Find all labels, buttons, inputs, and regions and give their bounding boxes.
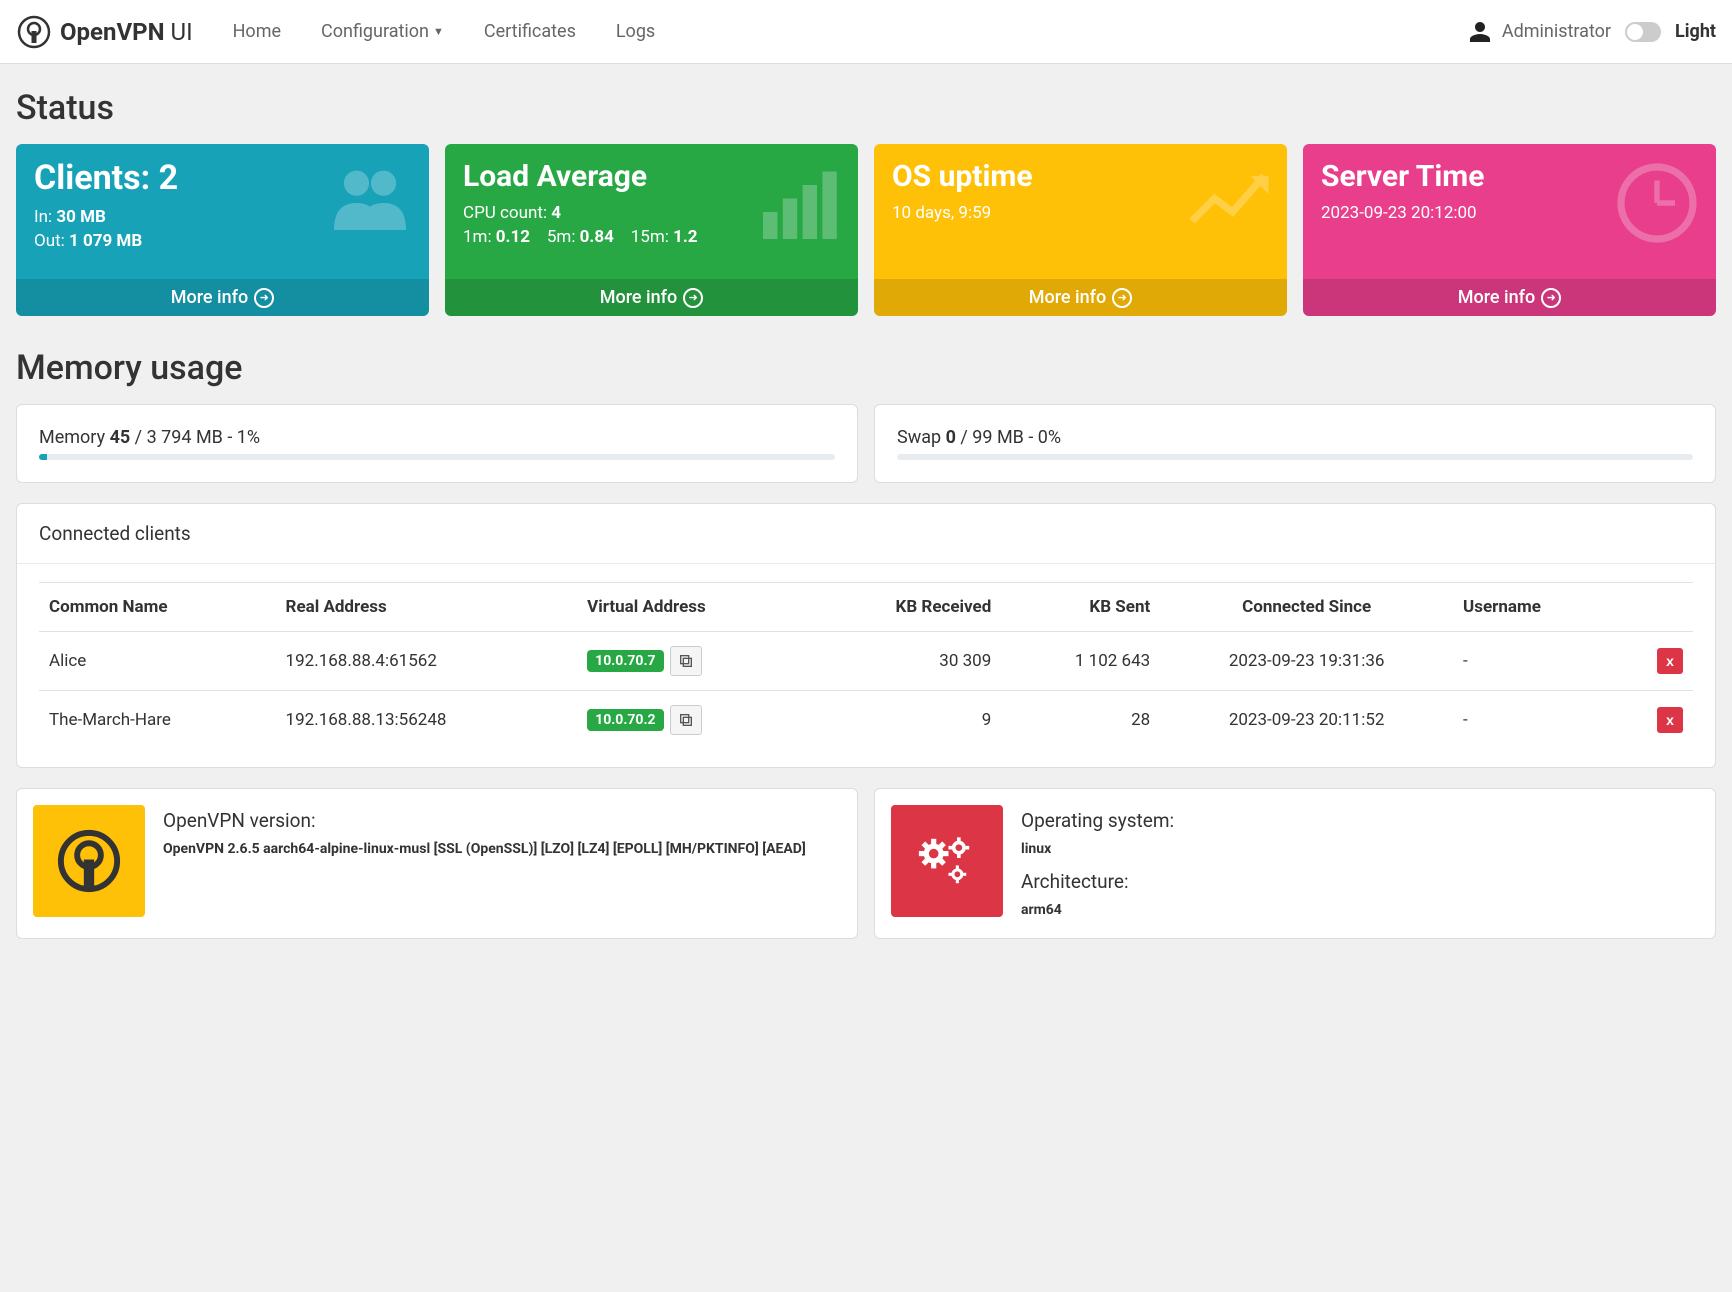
os-title: Operating system: xyxy=(1021,809,1699,832)
cell-sent: 28 xyxy=(1001,691,1160,750)
copy-ip-button[interactable] xyxy=(670,646,702,676)
cell-recv: 30 309 xyxy=(808,632,1001,691)
memory-swap-progress xyxy=(897,454,1693,460)
copy-icon xyxy=(678,712,694,728)
memory-ram-progress xyxy=(39,454,835,460)
memory-ram-bar xyxy=(39,454,47,460)
cell-sent: 1 102 643 xyxy=(1001,632,1160,691)
vpn-info-card: OpenVPN version: OpenVPN 2.6.5 aarch64-a… xyxy=(16,788,858,939)
th-action xyxy=(1616,583,1693,632)
nav-certificates[interactable]: Certificates xyxy=(468,11,592,52)
user-icon xyxy=(1468,20,1492,44)
status-cards: Clients: 2 In: 30 MB Out: 1 079 MB More … xyxy=(16,144,1716,316)
cell-name: The-March-Hare xyxy=(39,691,276,750)
users-icon xyxy=(325,158,415,248)
th-since: Connected Since xyxy=(1160,583,1453,632)
memory-swap-card: Swap 0 / 99 MB - 0% xyxy=(874,404,1716,483)
clients-card: Clients: 2 In: 30 MB Out: 1 079 MB More … xyxy=(16,144,429,316)
brand-text: OpenVPN UI xyxy=(60,18,193,46)
cell-recv: 9 xyxy=(808,691,1001,750)
os-value: linux xyxy=(1021,838,1699,860)
th-user: Username xyxy=(1453,583,1616,632)
memory-ram-card: Memory 45 / 3 794 MB - 1% xyxy=(16,404,858,483)
th-virtual: Virtual Address xyxy=(577,583,808,632)
load-more-info[interactable]: More info xyxy=(445,279,858,316)
copy-icon xyxy=(678,653,694,669)
bars-icon xyxy=(754,158,844,248)
clients-panel: Connected clients Common Name Real Addre… xyxy=(16,503,1716,768)
arrow-right-icon xyxy=(254,288,274,308)
info-row: OpenVPN version: OpenVPN 2.6.5 aarch64-a… xyxy=(16,788,1716,939)
navbar-right: Administrator Light xyxy=(1468,20,1716,44)
os-info-card: Operating system: linux Architecture: ar… xyxy=(874,788,1716,939)
status-heading: Status xyxy=(16,88,1716,128)
th-sent: KB Sent xyxy=(1001,583,1160,632)
disconnect-button[interactable]: x xyxy=(1657,707,1683,733)
arrow-right-icon xyxy=(1541,288,1561,308)
arrow-right-icon xyxy=(683,288,703,308)
user-name: Administrator xyxy=(1502,21,1611,42)
cell-action: x xyxy=(1616,691,1693,750)
gears-icon xyxy=(891,805,1003,917)
arrow-right-icon xyxy=(1112,288,1132,308)
clients-table: Common Name Real Address Virtual Address… xyxy=(39,582,1693,749)
uptime-more-info[interactable]: More info xyxy=(874,279,1287,316)
uptime-card: OS uptime 10 days, 9:59 More info xyxy=(874,144,1287,316)
openvpn-logo-icon xyxy=(16,14,52,50)
openvpn-icon xyxy=(33,805,145,917)
nav-configuration[interactable]: Configuration ▼ xyxy=(305,11,460,52)
virtual-ip-badge: 10.0.70.2 xyxy=(587,709,663,731)
cell-since: 2023-09-23 19:31:36 xyxy=(1160,632,1453,691)
user-menu[interactable]: Administrator xyxy=(1468,20,1611,44)
th-recv: KB Received xyxy=(808,583,1001,632)
cell-name: Alice xyxy=(39,632,276,691)
memory-heading: Memory usage xyxy=(16,348,1716,388)
chevron-down-icon: ▼ xyxy=(433,25,444,38)
cell-action: x xyxy=(1616,632,1693,691)
th-name: Common Name xyxy=(39,583,276,632)
memory-ram-label: Memory 45 / 3 794 MB - 1% xyxy=(39,427,835,448)
cell-virtual: 10.0.70.2 xyxy=(577,691,808,750)
arch-value: arm64 xyxy=(1021,899,1699,921)
vpn-info-text: OpenVPN 2.6.5 aarch64-alpine-linux-musl … xyxy=(163,838,841,860)
arch-title: Architecture: xyxy=(1021,870,1699,893)
nav-logs[interactable]: Logs xyxy=(600,11,671,52)
brand[interactable]: OpenVPN UI xyxy=(16,14,193,50)
load-card: Load Average CPU count: 4 1m: 0.12 5m: 0… xyxy=(445,144,858,316)
time-card: Server Time 2023-09-23 20:12:00 More inf… xyxy=(1303,144,1716,316)
memory-swap-label: Swap 0 / 99 MB - 0% xyxy=(897,427,1693,448)
table-row: Alice192.168.88.4:61562 10.0.70.7 30 3091 … xyxy=(39,632,1693,691)
disconnect-button[interactable]: x xyxy=(1657,648,1683,674)
clients-more-info[interactable]: More info xyxy=(16,279,429,316)
table-row: The-March-Hare192.168.88.13:56248 10.0.70… xyxy=(39,691,1693,750)
clock-icon xyxy=(1612,158,1702,248)
th-real: Real Address xyxy=(276,583,578,632)
nav-home[interactable]: Home xyxy=(217,11,297,52)
theme-label: Light xyxy=(1675,21,1716,42)
vpn-info-title: OpenVPN version: xyxy=(163,809,841,832)
time-more-info[interactable]: More info xyxy=(1303,279,1716,316)
navbar: OpenVPN UI Home Configuration ▼ Certific… xyxy=(0,0,1732,64)
cell-user: - xyxy=(1453,632,1616,691)
theme-toggle[interactable] xyxy=(1625,22,1661,42)
trend-up-icon xyxy=(1183,158,1273,248)
memory-row: Memory 45 / 3 794 MB - 1% Swap 0 / 99 MB… xyxy=(16,404,1716,483)
cell-real: 192.168.88.13:56248 xyxy=(276,691,578,750)
virtual-ip-badge: 10.0.70.7 xyxy=(587,650,663,672)
cell-user: - xyxy=(1453,691,1616,750)
nav-links: Home Configuration ▼ Certificates Logs xyxy=(217,11,1468,52)
copy-ip-button[interactable] xyxy=(670,705,702,735)
cell-real: 192.168.88.4:61562 xyxy=(276,632,578,691)
cell-virtual: 10.0.70.7 xyxy=(577,632,808,691)
cell-since: 2023-09-23 20:11:52 xyxy=(1160,691,1453,750)
clients-panel-header: Connected clients xyxy=(17,504,1715,564)
